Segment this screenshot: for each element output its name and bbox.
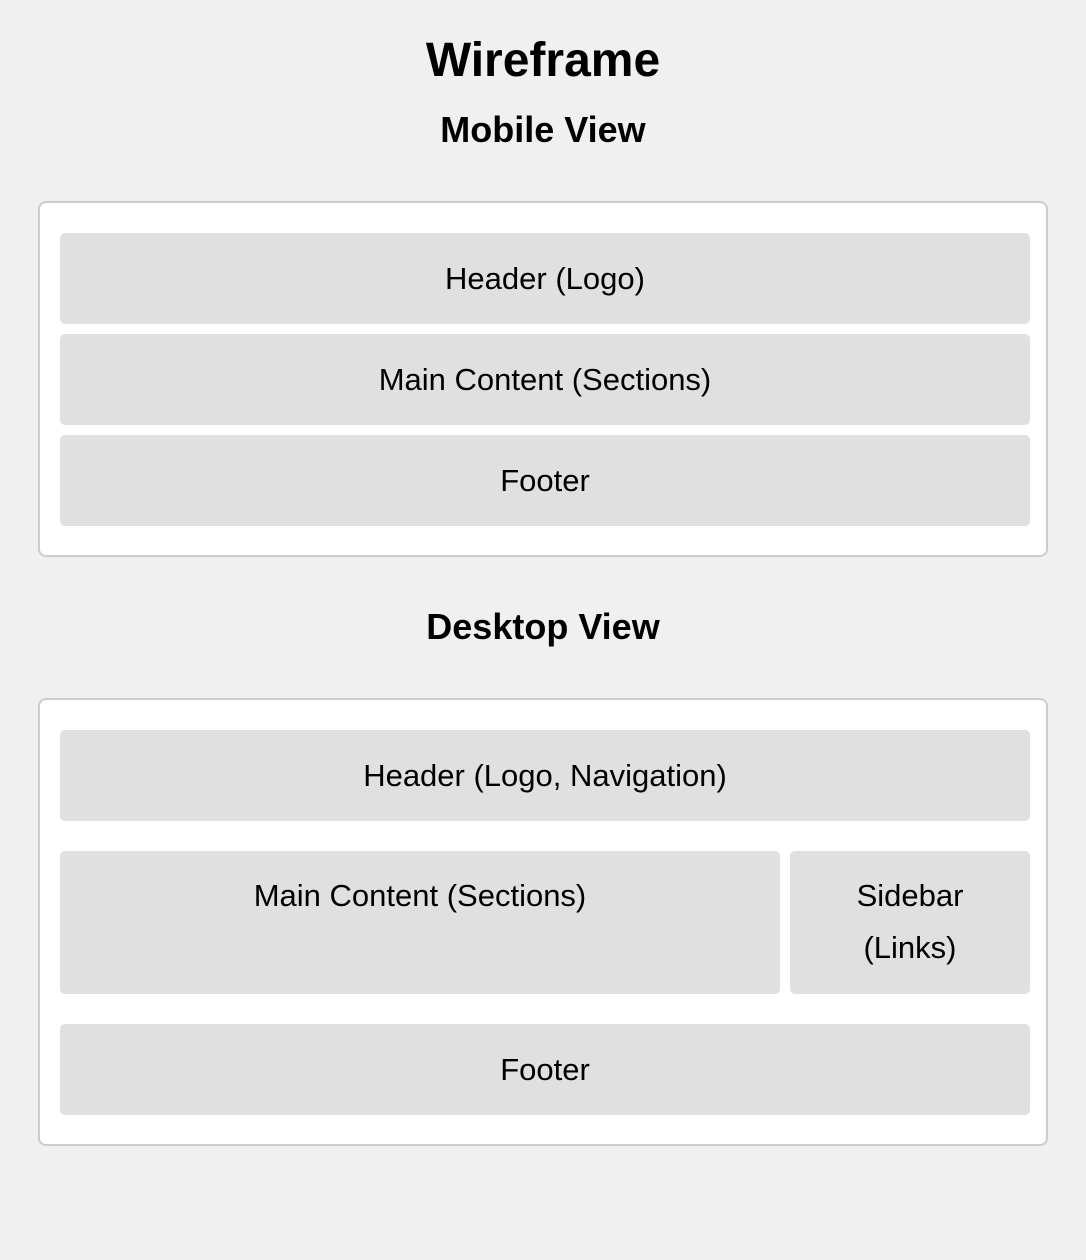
mobile-header-block: Header (Logo) [60,233,1030,324]
mobile-header-label: Header (Logo) [445,260,645,296]
desktop-header-label: Header (Logo, Navigation) [363,757,727,793]
mobile-footer-label: Footer [500,462,590,498]
desktop-sidebar-label: Sidebar (Links) [856,878,964,965]
mobile-wireframe: Header (Logo) Main Content (Sections) Fo… [38,201,1048,557]
desktop-footer-label: Footer [500,1051,590,1087]
mobile-main-content-label: Main Content (Sections) [378,361,712,397]
desktop-footer-block: Footer [60,1024,1030,1115]
desktop-main-content-block: Main Content (Sections) [60,851,780,994]
mobile-footer-block: Footer [60,435,1030,526]
desktop-sidebar-block: Sidebar (Links) [790,851,1030,994]
desktop-wireframe: Header (Logo, Navigation) Main Content (… [38,698,1048,1146]
desktop-main-content-label: Main Content (Sections) [253,878,587,913]
desktop-view-heading: Desktop View [426,606,660,647]
mobile-main-content-block: Main Content (Sections) [60,334,1030,425]
desktop-header-block: Header (Logo, Navigation) [60,730,1030,821]
mobile-view-heading: Mobile View [440,109,646,150]
page-title: Wireframe [425,34,661,87]
